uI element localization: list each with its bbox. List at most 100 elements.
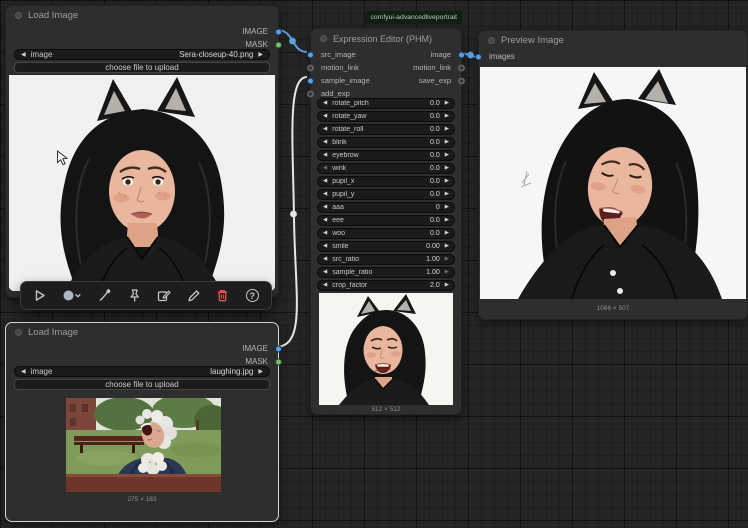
increment-icon[interactable]: ▶ [445,192,449,198]
run-button[interactable] [28,284,52,308]
widget-value: 0.0 [430,217,440,224]
decrement-icon[interactable]: ◀ [323,192,327,198]
add-exp-input-socket[interactable] [307,90,314,97]
increment-icon[interactable]: ▶ [445,231,449,237]
image-combo-widget[interactable]: ◀ image Sera-closeup-40.png ▶ [14,49,270,60]
decrement-icon[interactable]: ◀ [323,270,327,276]
help-button[interactable]: ? [240,284,264,308]
decrement-icon[interactable]: ◀ [323,205,327,211]
node-expression-editor[interactable]: Expression Editor (PHM) src_image image … [310,28,462,415]
image-combo-widget[interactable]: ◀ image laughing.jpg ▶ [14,366,270,377]
pin-button[interactable] [122,284,146,308]
increment-icon[interactable]: ▶ [445,101,449,107]
motion-link-output-socket[interactable] [458,64,465,71]
sample-ratio-widget[interactable]: ◀sample_ratio1.00▶ [317,267,455,278]
rotate-roll-widget[interactable]: ◀rotate_roll0.0▶ [317,124,455,135]
sample-image-input-socket[interactable] [307,77,314,84]
decrement-icon[interactable]: ◀ [323,218,327,224]
decrement-icon[interactable]: ◀ [323,283,327,289]
next-value-icon[interactable]: ▶ [258,369,263,375]
node-header[interactable]: Expression Editor (PHM) [311,29,461,48]
output-label: MASK [245,357,268,366]
widget-label: rotate_yaw [332,113,430,120]
pencil-icon [186,288,201,303]
increment-icon[interactable]: ▶ [445,205,449,211]
collapse-dot-icon[interactable] [320,35,327,42]
rotate-yaw-widget[interactable]: ◀rotate_yaw0.0▶ [317,111,455,122]
widget-row: ◀eee0.0▶ [311,214,461,227]
collapse-dot-icon[interactable] [488,37,495,44]
eyebrow-widget[interactable]: ◀eyebrow0.0▶ [317,150,455,161]
increment-icon[interactable]: ▶ [445,114,449,120]
delete-button[interactable] [211,284,235,308]
node-header[interactable]: Load Image [6,323,278,342]
save-exp-output-socket[interactable] [458,77,465,84]
increment-icon[interactable]: ▶ [445,244,449,250]
decrement-icon[interactable]: ◀ [323,179,327,185]
rename-button[interactable] [181,284,205,308]
node-header[interactable]: Load Image [6,6,278,25]
widget-label: eyebrow [332,152,430,159]
eee-widget[interactable]: ◀eee0.0▶ [317,215,455,226]
wink-widget[interactable]: ◀wink0.0▶ [317,163,455,174]
widget-label: src_ratio [332,256,426,263]
blink-widget[interactable]: ◀blink0.0▶ [317,137,455,148]
decrement-icon[interactable]: ◀ [323,153,327,159]
node-header[interactable]: Preview Image [479,31,747,50]
increment-icon[interactable]: ▶ [445,257,449,263]
pupil-x-widget[interactable]: ◀pupil_x0.0▶ [317,176,455,187]
increment-icon[interactable]: ▶ [445,283,449,289]
node-title: Expression Editor (PHM) [333,34,432,44]
increment-icon[interactable]: ▶ [445,166,449,172]
decrement-icon[interactable]: ◀ [323,140,327,146]
smile-widget[interactable]: ◀smile0.00▶ [317,241,455,252]
collapse-dot-icon[interactable] [15,329,22,336]
node-preview-image[interactable]: Preview Image images [478,30,748,320]
increment-icon[interactable]: ▶ [445,179,449,185]
pupil-y-widget[interactable]: ◀pupil_y0.0▶ [317,189,455,200]
decrement-icon[interactable]: ◀ [323,257,327,263]
decrement-icon[interactable]: ◀ [323,244,327,250]
comfyui-canvas[interactable]: { "icons": { "left_arrow": "◀", "right_a… [0,0,748,528]
motion-link-input-socket[interactable] [307,64,314,71]
decrement-icon[interactable]: ◀ [323,166,327,172]
increment-icon[interactable]: ▶ [445,218,449,224]
choose-file-button[interactable]: choose file to upload [14,379,270,390]
widget-value: 2.0 [430,282,440,289]
node-load-image-top[interactable]: Load Image IMAGE MASK ◀ image Sera-close… [5,5,279,298]
widget-label: rotate_pitch [332,100,430,107]
decrement-icon[interactable]: ◀ [323,114,327,120]
rotate-pitch-widget[interactable]: ◀rotate_pitch0.0▶ [317,98,455,109]
image-output-socket[interactable] [458,51,465,58]
output-label: save_exp [419,76,451,85]
src-image-input-socket[interactable] [307,51,314,58]
woo-widget[interactable]: ◀woo0.0▶ [317,228,455,239]
edit-button[interactable] [152,284,176,308]
decrement-icon[interactable]: ◀ [323,127,327,133]
src-ratio-widget[interactable]: ◀src_ratio1.00▶ [317,254,455,265]
increment-icon[interactable]: ▶ [445,140,449,146]
node-title: Load Image [28,327,78,338]
widget-value: 0.0 [430,126,440,133]
node-load-image-bottom[interactable]: Load Image IMAGE MASK ◀ image laughing.j… [5,322,279,522]
prev-value-icon[interactable]: ◀ [21,369,26,375]
mask-output-socket[interactable] [275,41,282,48]
prev-value-icon[interactable]: ◀ [21,52,26,58]
choose-file-button[interactable]: choose file to upload [14,62,270,73]
increment-icon[interactable]: ▶ [445,270,449,276]
node-color-button[interactable] [57,284,87,308]
decrement-icon[interactable]: ◀ [323,231,327,237]
aaa-widget[interactable]: ◀aaa0▶ [317,202,455,213]
increment-icon[interactable]: ▶ [445,153,449,159]
decrement-icon[interactable]: ◀ [323,101,327,107]
collapse-dot-icon[interactable] [15,12,22,19]
image-output-socket[interactable] [275,28,282,35]
images-input-socket[interactable] [475,53,482,60]
increment-icon[interactable]: ▶ [445,127,449,133]
crop-factor-widget[interactable]: ◀crop_factor2.0▶ [317,280,455,291]
image-output-socket[interactable] [275,345,282,352]
widget-row: ◀rotate_pitch0.0▶ [311,97,461,110]
next-value-icon[interactable]: ▶ [258,52,263,58]
bypass-button[interactable] [93,284,117,308]
mask-output-socket[interactable] [275,358,282,365]
